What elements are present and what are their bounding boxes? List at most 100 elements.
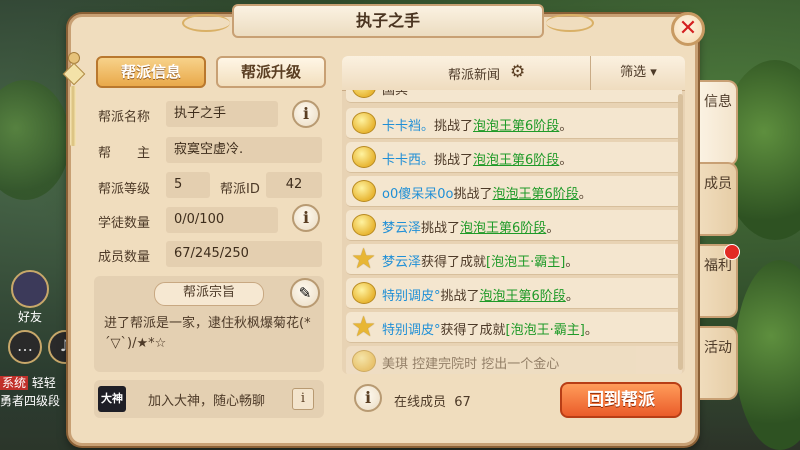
- news-item-text: 梦云泽获得了成就[泡泡王·霸主]。: [382, 251, 578, 270]
- tab-guild-upgrade[interactable]: 帮派升级: [216, 56, 326, 88]
- guild-name-info-button[interactable]: i: [292, 100, 320, 128]
- online-members-text: 在线成员 67: [394, 391, 471, 410]
- smiley-icon: [352, 112, 376, 134]
- news-verb: 挑战了: [421, 221, 461, 236]
- news-player-name[interactable]: 卡卡裆。: [382, 119, 434, 134]
- news-verb: 获得了成就: [421, 255, 487, 270]
- edit-motto-button[interactable]: ✎: [290, 278, 320, 308]
- close-button[interactable]: ✕: [671, 12, 705, 46]
- news-item-text: 特别调皮°获得了成就[泡泡王·霸主]。: [382, 319, 598, 338]
- news-item-partial-top: 国冥: [346, 90, 682, 103]
- smiley-icon: [352, 90, 376, 98]
- news-verb: 获得了成就: [440, 323, 506, 338]
- side-tab-welfare[interactable]: 福利: [700, 244, 740, 318]
- news-player-name[interactable]: 特别调皮°: [382, 289, 441, 304]
- news-item: 特别调皮°挑战了泡泡王第6阶段。: [346, 278, 682, 309]
- star-icon: [351, 242, 376, 275]
- smiley-icon: [352, 180, 376, 202]
- star-icon: [351, 310, 376, 343]
- guild-news-panel: 帮派新闻 ⚙ 筛选 ▾ 国冥 卡卡裆。挑战了泡泡王第6阶段。 卡卡西。挑战了泡泡王…: [342, 56, 685, 374]
- smiley-icon: [352, 282, 376, 304]
- online-info-button[interactable]: i: [354, 384, 382, 412]
- news-end: 。: [559, 119, 573, 134]
- info-icon: i: [302, 104, 310, 123]
- apprentice-info-button[interactable]: i: [292, 204, 320, 232]
- news-end: 。: [565, 289, 579, 304]
- member-count-value: 67/245/250: [166, 241, 322, 267]
- news-player-name[interactable]: 梦云泽: [382, 255, 421, 270]
- news-item-text: 美琪 控建完院时 挖出一个金心: [382, 357, 560, 372]
- gear-icon[interactable]: ⚙: [510, 62, 525, 82]
- smiley-icon: [352, 214, 376, 236]
- news-item-text: 卡卡裆。挑战了泡泡王第6阶段。: [382, 115, 572, 134]
- guild-name-value: 执子之手: [166, 101, 278, 127]
- news-target: 泡泡王第6阶段: [473, 119, 560, 134]
- news-title: 帮派新闻: [448, 68, 501, 83]
- close-icon: ✕: [678, 16, 698, 41]
- tassel-ornament: [62, 30, 86, 146]
- friend-label: 好友: [17, 310, 42, 324]
- news-item-text: 梦云泽挑战了泡泡王第6阶段。: [382, 217, 559, 236]
- tab-guild-info[interactable]: 帮派信息: [96, 56, 206, 88]
- news-item-text: 国冥: [382, 90, 409, 98]
- info-icon: i: [300, 391, 306, 406]
- news-verb: 挑战了: [434, 119, 474, 134]
- news-verb: 挑战了: [453, 187, 493, 202]
- dashen-bar[interactable]: 大神 加入大神，随心畅聊 i: [94, 380, 324, 418]
- dashen-text: 加入大神，随心畅聊: [148, 394, 266, 409]
- notification-dot: [724, 244, 740, 260]
- news-target: 泡泡王第6阶段: [479, 289, 566, 304]
- news-item: 特别调皮°获得了成就[泡泡王·霸主]。: [346, 310, 682, 343]
- info-icon: i: [302, 208, 310, 227]
- news-item: 梦云泽挑战了泡泡王第6阶段。: [346, 210, 682, 241]
- friend-icon: [11, 270, 49, 308]
- news-player-name[interactable]: 梦云泽: [382, 221, 421, 236]
- motto-text: 进了帮派是一家，逮住秋枫爆菊花(*´▽`)/★*☆: [104, 316, 311, 351]
- news-player-name[interactable]: o0傻呆呆0o: [382, 187, 453, 202]
- news-item-text: 卡卡西。挑战了泡泡王第6阶段。: [382, 149, 572, 168]
- news-end: 。: [565, 255, 579, 270]
- news-end: 。: [559, 153, 573, 168]
- smiley-icon: [352, 146, 376, 168]
- news-end: 。: [578, 187, 592, 202]
- system-tag: 系统: [0, 376, 29, 390]
- smiley-icon: [352, 350, 376, 372]
- guild-level-value: 5: [166, 172, 210, 198]
- news-target: 泡泡王第6阶段: [492, 187, 579, 202]
- brush-icon: ✎: [298, 284, 312, 302]
- system-chat: 系统 轻轻 勇者四级段: [0, 374, 68, 410]
- news-scrollbar[interactable]: [678, 94, 683, 370]
- leader-value: 寂寞空虚冷.: [166, 137, 322, 163]
- apprentice-count-value: 0/0/100: [166, 207, 278, 233]
- side-tab-members[interactable]: 成员: [700, 162, 738, 236]
- news-item: 卡卡西。挑战了泡泡王第6阶段。: [346, 142, 682, 173]
- online-members: i 在线成员 67: [342, 380, 542, 418]
- news-header: 帮派新闻 ⚙ 筛选 ▾: [342, 56, 685, 91]
- news-player-name[interactable]: 特别调皮°: [382, 323, 441, 338]
- dashen-info-button[interactable]: i: [292, 388, 314, 410]
- news-player-name[interactable]: 卡卡西。: [382, 153, 434, 168]
- news-item: 卡卡裆。挑战了泡泡王第6阶段。: [346, 108, 682, 139]
- news-target: 泡泡王第6阶段: [460, 221, 547, 236]
- apprentice-count-label: 学徒数量: [98, 216, 151, 231]
- news-target: 泡泡王第6阶段: [473, 153, 560, 168]
- news-item-text: o0傻呆呆0o挑战了泡泡王第6阶段。: [382, 183, 592, 202]
- news-target: [泡泡王·霸主]: [486, 255, 566, 270]
- filter-dropdown[interactable]: 筛选 ▾: [590, 56, 685, 90]
- guild-id-value: 42: [266, 172, 322, 198]
- friend-button[interactable]: 好友: [6, 270, 54, 324]
- side-tab-activity[interactable]: 活动: [700, 326, 738, 400]
- guild-motto-box: 帮派宗旨 ✎ 进了帮派是一家，逮住秋枫爆菊花(*´▽`)/★*☆: [94, 276, 324, 372]
- leader-label: 帮 主: [98, 146, 151, 161]
- system-line2: 勇者四级段: [0, 394, 61, 408]
- online-label: 在线成员: [394, 395, 447, 410]
- motto-title: 帮派宗旨: [154, 282, 264, 306]
- online-count: 67: [454, 395, 471, 410]
- chat-icon[interactable]: …: [8, 330, 42, 364]
- news-list[interactable]: 国冥 卡卡裆。挑战了泡泡王第6阶段。 卡卡西。挑战了泡泡王第6阶段。 o0傻呆呆0o…: [342, 90, 685, 374]
- news-target: [泡泡王·霸主]: [505, 323, 585, 338]
- guild-id-label: 帮派ID: [220, 182, 260, 197]
- news-verb: 挑战了: [434, 153, 474, 168]
- side-tab-info[interactable]: 信息: [700, 80, 738, 166]
- return-to-guild-button[interactable]: 回到帮派: [560, 382, 682, 418]
